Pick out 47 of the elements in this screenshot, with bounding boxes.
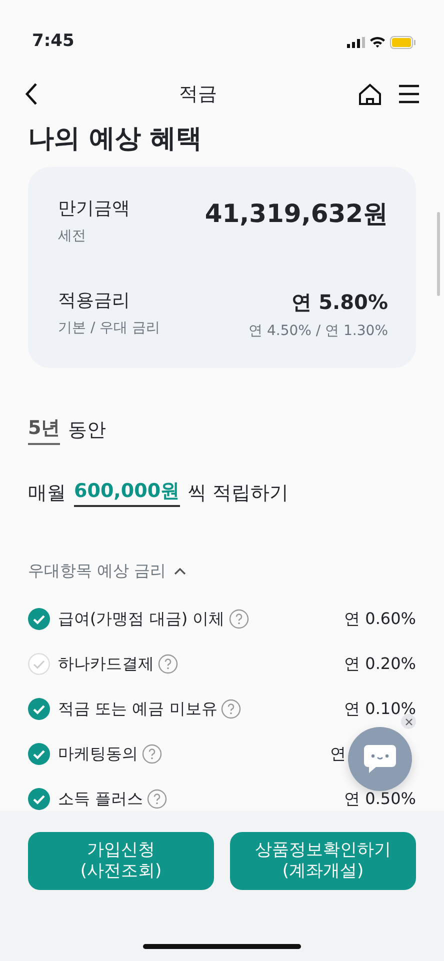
monthly-label: 매월: [28, 480, 66, 506]
section-title: 나의 예상 혜택: [28, 126, 204, 156]
apply-button[interactable]: 상품정보확인하기 (계좌개설): [230, 832, 416, 890]
summary-value: 41,319,632원: [204, 198, 388, 230]
checkbox[interactable]: [28, 698, 50, 720]
help-icon[interactable]: [158, 654, 178, 674]
status-time: 7:45: [32, 30, 74, 54]
help-icon[interactable]: [228, 608, 249, 628]
checkbox[interactable]: [28, 608, 50, 630]
preference-label: 소득 플러스: [58, 788, 144, 810]
preferences-toggle[interactable]: 우대항목 예상 금리: [28, 559, 186, 583]
summary-note: 세전: [58, 227, 87, 246]
preference-rate: 연: [330, 742, 346, 764]
summary-note: 연 4.50% / 연 1.30%: [248, 322, 388, 341]
preference-label: 급여(가맹점 대금) 이체: [58, 608, 225, 630]
page-title: 적금: [179, 82, 217, 107]
help-icon[interactable]: [147, 788, 168, 808]
summary-label: 적용금리: [58, 289, 131, 313]
period-text: 동안: [68, 418, 106, 443]
home-icon[interactable]: [358, 83, 382, 105]
preference-label: 하나카드결제: [58, 652, 154, 674]
summary-value: 연 5.80%: [290, 289, 388, 316]
summary-note: 기본 / 우대 금리: [58, 319, 160, 338]
help-icon[interactable]: [221, 698, 242, 718]
preference-label: 적금 또는 예금 미보유: [58, 698, 218, 720]
menu-icon[interactable]: [398, 84, 420, 104]
signal-icon: [347, 36, 365, 48]
summary-label: 만기금액: [58, 197, 130, 221]
chat-bubble-icon: [363, 744, 397, 774]
help-icon[interactable]: [142, 744, 162, 764]
checkbox[interactable]: [28, 652, 50, 674]
close-icon: [404, 718, 412, 726]
apply-button[interactable]: 가입신청 (사전조회): [28, 832, 214, 890]
preference-rate: 연 0.50%: [344, 788, 416, 810]
close-button[interactable]: [401, 714, 416, 729]
preference-label: 마케팅동의: [58, 742, 138, 764]
checkbox[interactable]: [28, 788, 50, 810]
preference-rate: 연 0.20%: [344, 652, 416, 674]
battery-icon: [390, 36, 416, 48]
period-select[interactable]: 5년: [28, 414, 60, 444]
preference-rate: 연 0.60%: [344, 608, 416, 630]
preference-rate: 연 0.10%: [344, 698, 416, 720]
amount-input[interactable]: 600,000원: [74, 476, 180, 507]
back-icon[interactable]: [24, 82, 38, 106]
checkbox[interactable]: [28, 742, 50, 764]
monthly-text: 씩 적립하기: [188, 480, 289, 506]
wifi-icon: [369, 36, 386, 48]
